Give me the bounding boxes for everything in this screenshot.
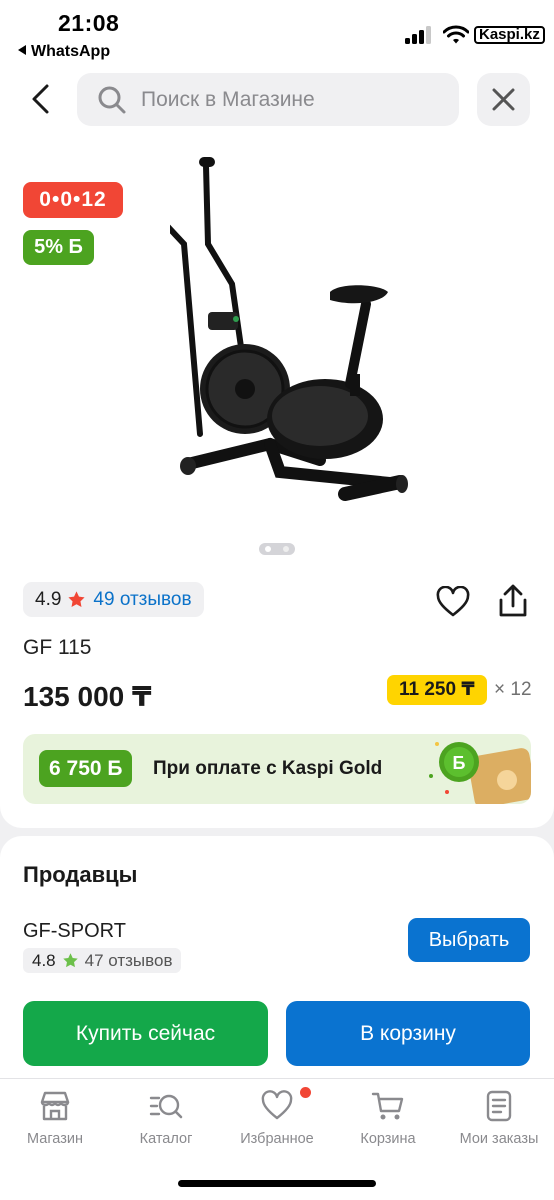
favorites-notification-dot (300, 1087, 311, 1098)
kaspi-gold-bonus-banner[interactable]: 6 750 Б При оплате с Kaspi Gold Б (23, 734, 531, 804)
signal-icon (405, 26, 433, 44)
cart-icon (371, 1092, 404, 1120)
nav-item-orders[interactable]: Мои заказы (444, 1087, 554, 1157)
search-bar[interactable] (77, 73, 459, 126)
catalog-search-icon (149, 1094, 183, 1119)
star-icon (62, 953, 78, 968)
buy-now-button[interactable]: Купить сейчас (23, 1001, 268, 1066)
orders-icon (486, 1090, 512, 1122)
seller-name[interactable]: GF-SPORT (23, 920, 126, 943)
star-icon (68, 591, 85, 607)
seller-rating-chip[interactable]: 4.8 47 отзывов (23, 948, 182, 973)
kaspi-gold-card-illustration: Б (429, 742, 531, 804)
gold-bonus-amount: 6 750 Б (39, 750, 133, 787)
nav-label: Корзина (360, 1131, 416, 1147)
back-triangle-icon (18, 45, 26, 55)
favorite-heart-icon[interactable] (436, 586, 470, 618)
wifi-icon (443, 25, 469, 44)
gold-bonus-text: При оплате с Kaspi Gold (153, 758, 383, 779)
back-to-app-link[interactable]: WhatsApp (18, 43, 110, 61)
bonus-percent-badge: 5% Б (23, 230, 94, 265)
product-rating-chip[interactable]: 4.9 49 отзывов (23, 582, 204, 617)
monthly-installment-badge[interactable]: 11 250 ₸ (387, 675, 487, 705)
home-indicator[interactable] (178, 1180, 376, 1187)
search-input[interactable] (141, 73, 441, 126)
seller-rating-value: 4.8 (32, 950, 56, 970)
sellers-title: Продавцы (23, 862, 138, 887)
seller-reviews: 47 отзывов (84, 950, 173, 970)
carrier-label: Kaspi.kz (474, 26, 545, 44)
store-icon (40, 1091, 70, 1121)
nav-label: Мои заказы (459, 1131, 539, 1147)
nav-label: Каталог (139, 1131, 193, 1147)
nav-item-favorites[interactable]: Избранное (222, 1087, 332, 1157)
reviews-link[interactable]: 49 отзывов (93, 589, 191, 611)
nav-label: Магазин (27, 1131, 83, 1147)
installment-promo-badge: 0•0•12 (23, 182, 123, 218)
nav-item-cart[interactable]: Корзина (333, 1087, 443, 1157)
sellers-section: Продавцы GF-SPORT 4.8 47 отзывов Выбрать… (0, 836, 554, 1078)
back-app-label: WhatsApp (31, 43, 111, 60)
nav-label: Избранное (240, 1131, 314, 1147)
choose-seller-button[interactable]: Выбрать (408, 918, 530, 962)
search-icon (98, 86, 126, 114)
rating-value: 4.9 (35, 588, 62, 610)
nav-item-store[interactable]: Магазин (0, 1087, 110, 1157)
add-to-cart-button[interactable]: В корзину (286, 1001, 530, 1066)
status-time: 21:08 (58, 10, 120, 36)
close-button[interactable] (477, 73, 530, 126)
heart-icon (261, 1090, 293, 1120)
nav-item-catalog[interactable]: Каталог (111, 1087, 221, 1157)
svg-text:Б: Б (453, 753, 466, 773)
share-icon[interactable] (497, 584, 529, 618)
installment-months: × 12 (494, 679, 532, 700)
gallery-dot (265, 546, 271, 552)
gallery-dot (283, 546, 289, 552)
gallery-pagination[interactable] (259, 543, 295, 555)
product-price: 135 000 ₸ (23, 681, 152, 712)
product-card: 0•0•12 5% Б 4.9 49 отзывов GF 115 135 00… (0, 136, 554, 828)
status-bar: 21:08 WhatsApp Kaspi.kz (0, 0, 554, 66)
top-bar (0, 66, 554, 136)
back-button[interactable] (24, 80, 60, 118)
product-name: GF 115 (23, 636, 92, 659)
product-image-elliptical-trainer[interactable] (170, 154, 410, 524)
